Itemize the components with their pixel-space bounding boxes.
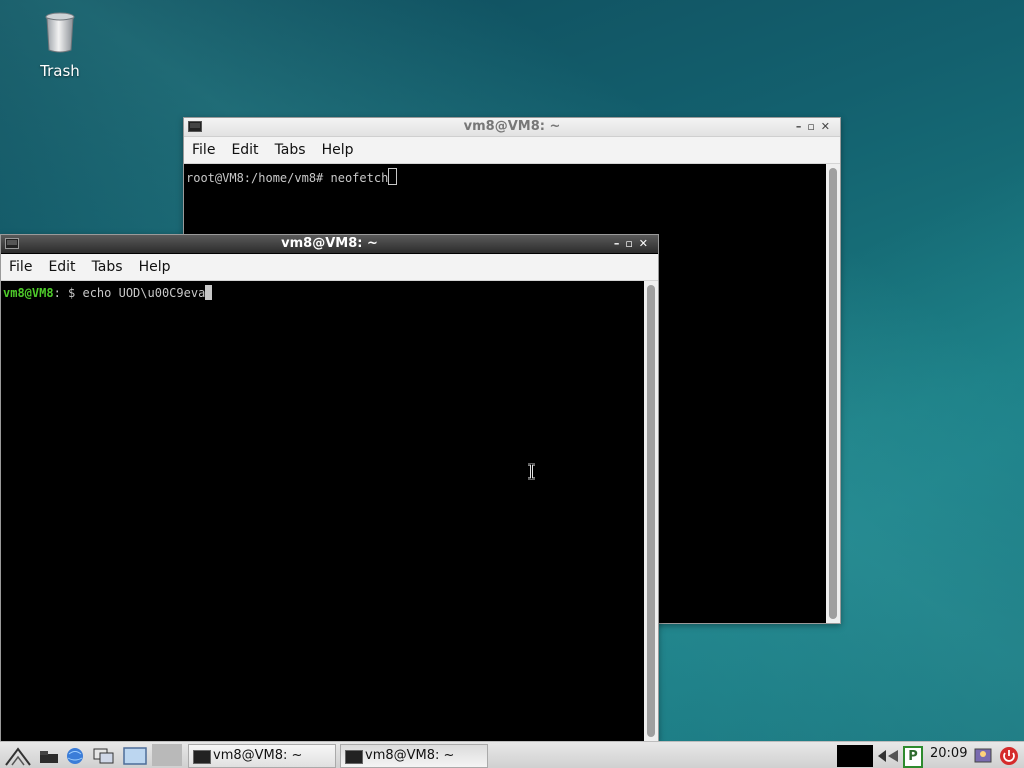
trash-desktop-icon[interactable]: Trash — [30, 12, 90, 80]
menu-help[interactable]: Help — [314, 137, 362, 163]
window-titlebar[interactable]: vm8@VM8: ~ –▫✕ — [184, 118, 840, 137]
terminal-icon — [188, 121, 202, 132]
menu-file[interactable]: File — [1, 254, 40, 280]
scrollbar-thumb[interactable] — [829, 168, 837, 619]
power-icon[interactable] — [998, 746, 1020, 766]
terminal-line: root@VM8:/home/vm8# neofetch — [186, 171, 389, 185]
browser-icon[interactable] — [64, 746, 86, 766]
scrollbar[interactable] — [826, 164, 840, 623]
menu-tabs[interactable]: Tabs — [84, 254, 131, 280]
tray-app-letter: P — [908, 749, 918, 764]
menubar: File Edit Tabs Help — [184, 137, 840, 164]
terminal-area[interactable]: vm8@VM8: $ echo UOD\u00C9eva — [1, 281, 644, 741]
user-icon[interactable] — [972, 746, 994, 766]
file-manager-icon[interactable] — [38, 746, 60, 766]
maximize-button[interactable]: ▫ — [807, 120, 820, 133]
terminal-icon — [345, 750, 363, 764]
start-menu-icon[interactable] — [4, 746, 32, 766]
close-button[interactable]: ✕ — [821, 120, 836, 133]
minimize-button[interactable]: – — [614, 237, 626, 250]
menubar: File Edit Tabs Help — [1, 254, 658, 281]
scrollbar-thumb[interactable] — [647, 285, 655, 737]
maximize-button[interactable]: ▫ — [625, 237, 638, 250]
desktop: Trash vm8@VM8: ~ –▫✕ File Edit Tabs Help ro… — [0, 0, 1024, 768]
menu-edit[interactable]: Edit — [223, 137, 266, 163]
clock[interactable]: 20:09 — [930, 746, 967, 761]
terminal-command: echo UOD\u00C9eva — [82, 286, 206, 300]
taskbar-separator — [152, 744, 182, 766]
taskbar: vm8@VM8: ~ vm8@VM8: ~ P 20:09 — [0, 741, 1024, 768]
terminal-icon — [5, 238, 19, 249]
terminal-icon — [193, 750, 211, 764]
text-cursor — [205, 285, 213, 300]
task-label: vm8@VM8: ~ — [365, 748, 455, 763]
prompt-rest: : $ — [53, 286, 83, 300]
task-label: vm8@VM8: ~ — [213, 748, 303, 763]
taskbar-task[interactable]: vm8@VM8: ~ — [188, 744, 336, 768]
tray-black-box — [837, 745, 873, 767]
scrollbar[interactable] — [644, 281, 658, 741]
window-title: vm8@VM8: ~ — [463, 119, 561, 134]
menu-help[interactable]: Help — [131, 254, 179, 280]
window-title: vm8@VM8: ~ — [281, 236, 378, 251]
window-titlebar[interactable]: vm8@VM8: ~ –▫✕ — [1, 235, 658, 253]
close-button[interactable]: ✕ — [639, 237, 654, 250]
menu-tabs[interactable]: Tabs — [267, 137, 314, 163]
tray-app-icon[interactable]: P — [903, 746, 923, 768]
ibeam-cursor-icon — [528, 463, 535, 480]
trash-label: Trash — [40, 62, 80, 80]
volume-icon[interactable] — [876, 746, 900, 766]
menu-edit[interactable]: Edit — [40, 254, 83, 280]
trash-icon — [45, 12, 75, 53]
prompt-user: vm8@VM8 — [3, 286, 54, 300]
window-switcher-icon[interactable] — [92, 746, 116, 766]
text-cursor — [388, 168, 398, 185]
terminal-window-front[interactable]: vm8@VM8: ~ –▫✕ File Edit Tabs Help vm8@VM8:… — [0, 234, 659, 742]
menu-file[interactable]: File — [184, 137, 223, 163]
minimize-button[interactable]: – — [796, 120, 808, 133]
desktop-icon[interactable] — [122, 746, 148, 766]
taskbar-task[interactable]: vm8@VM8: ~ — [340, 744, 488, 768]
